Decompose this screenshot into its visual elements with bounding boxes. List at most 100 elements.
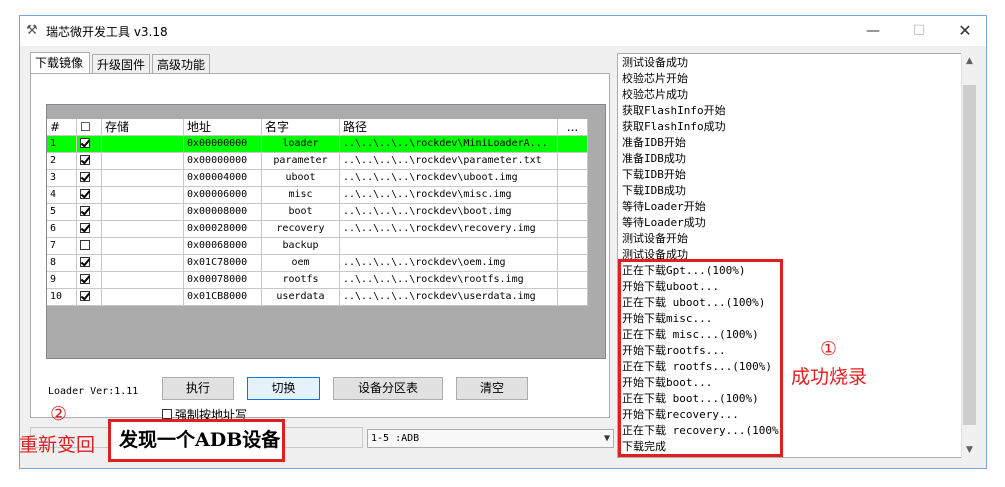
- cell-address[interactable]: 0x00000000: [184, 136, 262, 153]
- cell-more[interactable]: [558, 272, 588, 289]
- cell-more[interactable]: [558, 187, 588, 204]
- col-storage[interactable]: 存储: [102, 119, 184, 136]
- table-row[interactable]: 5 0x00008000 boot ..\..\..\..\rockdev\boot.…: [47, 204, 588, 221]
- row-checkbox[interactable]: [80, 291, 90, 301]
- cell-address[interactable]: 0x01CB8000: [184, 289, 262, 306]
- row-checkbox[interactable]: [80, 223, 90, 233]
- cell-address[interactable]: 0x00068000: [184, 238, 262, 255]
- cell-check[interactable]: [77, 238, 102, 255]
- cell-more[interactable]: [558, 136, 588, 153]
- col-check[interactable]: ☐: [77, 119, 102, 136]
- table-row[interactable]: 3 0x00004000 uboot ..\..\..\..\rockdev\uboo…: [47, 170, 588, 187]
- clear-button[interactable]: 清空: [456, 377, 528, 400]
- cell-address[interactable]: 0x00028000: [184, 221, 262, 238]
- cell-check[interactable]: [77, 221, 102, 238]
- col-more[interactable]: ...: [558, 119, 588, 136]
- cell-path[interactable]: ..\..\..\..\rockdev\parameter.txt: [340, 153, 558, 170]
- switch-button[interactable]: 切换: [247, 377, 320, 400]
- tab-upgrade-firmware[interactable]: 升级固件: [92, 54, 150, 74]
- cell-check[interactable]: [77, 170, 102, 187]
- cell-name[interactable]: oem: [262, 255, 340, 272]
- col-address[interactable]: 地址: [184, 119, 262, 136]
- scroll-up-icon[interactable]: ▲: [962, 53, 977, 69]
- cell-number[interactable]: 9: [47, 272, 77, 289]
- cell-number[interactable]: 10: [47, 289, 77, 306]
- cell-check[interactable]: [77, 136, 102, 153]
- cell-number[interactable]: 1: [47, 136, 77, 153]
- cell-path[interactable]: ..\..\..\..\rockdev\rootfs.img: [340, 272, 558, 289]
- cell-address[interactable]: 0x00008000: [184, 204, 262, 221]
- cell-path[interactable]: ..\..\..\..\rockdev\boot.img: [340, 204, 558, 221]
- cell-address[interactable]: 0x00000000: [184, 153, 262, 170]
- cell-more[interactable]: [558, 204, 588, 221]
- cell-more[interactable]: [558, 170, 588, 187]
- cell-more[interactable]: [558, 221, 588, 238]
- run-button[interactable]: 执行: [162, 377, 234, 400]
- scroll-down-icon[interactable]: ▼: [962, 442, 977, 458]
- cell-check[interactable]: [77, 187, 102, 204]
- cell-storage[interactable]: [102, 289, 184, 306]
- cell-name[interactable]: misc: [262, 187, 340, 204]
- table-row[interactable]: 10 0x01CB8000 userdata ..\..\..\..\rockdev\…: [47, 289, 588, 306]
- table-row[interactable]: 8 0x01C78000 oem ..\..\..\..\rockdev\oem.im…: [47, 255, 588, 272]
- tab-download-image[interactable]: 下载镜像: [30, 52, 90, 74]
- col-number[interactable]: #: [47, 119, 77, 136]
- cell-check[interactable]: [77, 204, 102, 221]
- row-checkbox[interactable]: [80, 189, 90, 199]
- chevron-down-icon[interactable]: ▼: [604, 430, 610, 447]
- cell-number[interactable]: 3: [47, 170, 77, 187]
- cell-storage[interactable]: [102, 238, 184, 255]
- cell-address[interactable]: 0x00078000: [184, 272, 262, 289]
- cell-address[interactable]: 0x01C78000: [184, 255, 262, 272]
- table-row[interactable]: 7 0x00068000 backup: [47, 238, 588, 255]
- cell-storage[interactable]: [102, 153, 184, 170]
- cell-number[interactable]: 5: [47, 204, 77, 221]
- cell-name[interactable]: uboot: [262, 170, 340, 187]
- cell-storage[interactable]: [102, 170, 184, 187]
- cell-path[interactable]: ..\..\..\..\rockdev\recovery.img: [340, 221, 558, 238]
- minimize-button[interactable]: —: [850, 16, 896, 46]
- cell-name[interactable]: boot: [262, 204, 340, 221]
- cell-storage[interactable]: [102, 221, 184, 238]
- row-checkbox[interactable]: [80, 257, 90, 267]
- cell-storage[interactable]: [102, 187, 184, 204]
- cell-name[interactable]: parameter: [262, 153, 340, 170]
- cell-check[interactable]: [77, 153, 102, 170]
- cell-number[interactable]: 8: [47, 255, 77, 272]
- cell-more[interactable]: [558, 153, 588, 170]
- cell-name[interactable]: backup: [262, 238, 340, 255]
- row-checkbox[interactable]: [80, 172, 90, 182]
- tab-advanced[interactable]: 高级功能: [152, 54, 210, 74]
- row-checkbox[interactable]: [80, 138, 90, 148]
- cell-number[interactable]: 2: [47, 153, 77, 170]
- cell-name[interactable]: rootfs: [262, 272, 340, 289]
- log-scrollbar[interactable]: ▲ ▼: [961, 53, 977, 458]
- cell-path[interactable]: [340, 238, 558, 255]
- force-address-checkbox[interactable]: [162, 409, 172, 419]
- cell-path[interactable]: ..\..\..\..\rockdev\MiniLoaderA...: [340, 136, 558, 153]
- cell-storage[interactable]: [102, 204, 184, 221]
- cell-path[interactable]: ..\..\..\..\rockdev\userdata.img: [340, 289, 558, 306]
- cell-name[interactable]: loader: [262, 136, 340, 153]
- cell-number[interactable]: 4: [47, 187, 77, 204]
- table-row[interactable]: 6 0x00028000 recovery ..\..\..\..\rockdev\r…: [47, 221, 588, 238]
- close-button[interactable]: ✕: [942, 16, 988, 46]
- cell-check[interactable]: [77, 272, 102, 289]
- cell-check[interactable]: [77, 289, 102, 306]
- col-name[interactable]: 名字: [262, 119, 340, 136]
- cell-name[interactable]: recovery: [262, 221, 340, 238]
- cell-number[interactable]: 7: [47, 238, 77, 255]
- row-checkbox[interactable]: [80, 240, 90, 250]
- row-checkbox[interactable]: [80, 155, 90, 165]
- cell-more[interactable]: [558, 255, 588, 272]
- table-row[interactable]: 4 0x00006000 misc ..\..\..\..\rockdev\misc.…: [47, 187, 588, 204]
- table-row[interactable]: 1 0x00000000 loader ..\..\..\..\rockdev\Min…: [47, 136, 588, 153]
- cell-storage[interactable]: [102, 255, 184, 272]
- cell-more[interactable]: [558, 238, 588, 255]
- device-select[interactable]: 1-5 :ADB ▼: [367, 429, 614, 448]
- cell-number[interactable]: 6: [47, 221, 77, 238]
- maximize-button[interactable]: ☐: [896, 16, 942, 46]
- row-checkbox[interactable]: [80, 274, 90, 284]
- cell-name[interactable]: userdata: [262, 289, 340, 306]
- cell-path[interactable]: ..\..\..\..\rockdev\oem.img: [340, 255, 558, 272]
